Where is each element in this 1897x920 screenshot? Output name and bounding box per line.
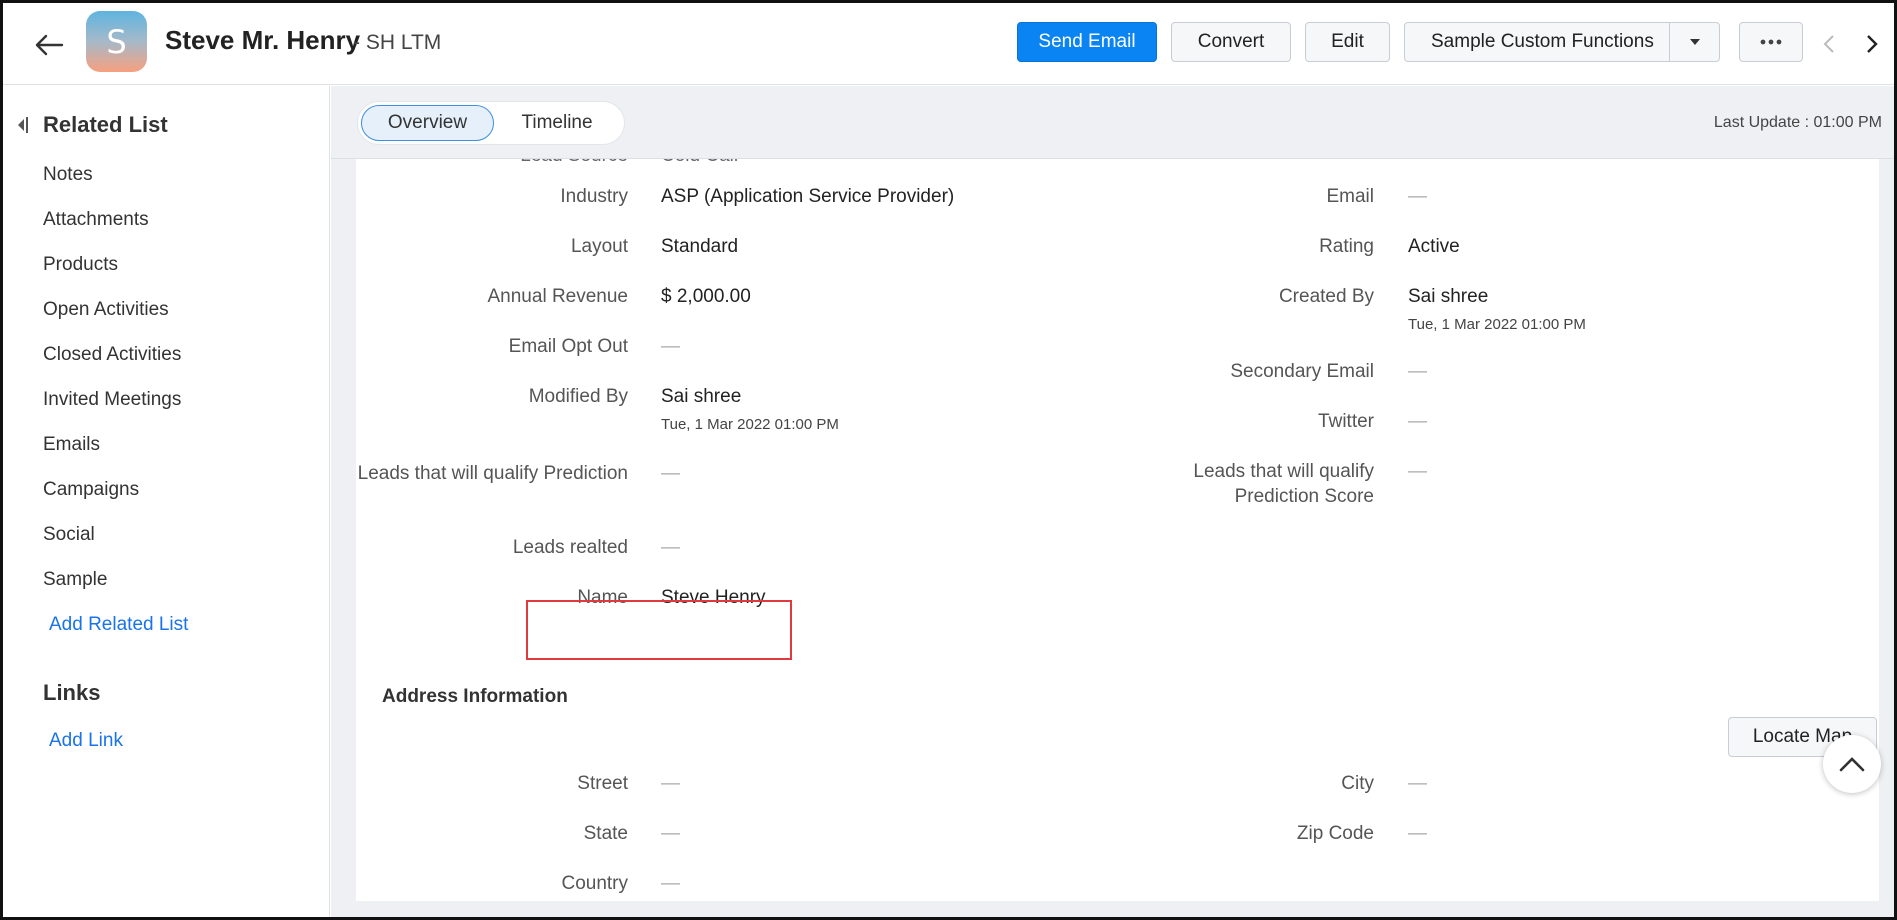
view-tabs: Overview Timeline xyxy=(357,101,625,145)
tab-overview[interactable]: Overview xyxy=(361,105,494,141)
highlight-box xyxy=(526,600,792,660)
field-label-layout: Layout xyxy=(570,236,628,257)
field-value-leads-qualify-prediction[interactable]: — xyxy=(661,461,680,486)
field-label-email-opt-out: Email Opt Out xyxy=(508,336,628,357)
sidebar-item-campaigns[interactable]: Campaigns xyxy=(43,479,139,501)
field-value-country[interactable]: — xyxy=(661,871,680,896)
collapse-sidebar-icon[interactable] xyxy=(15,116,29,134)
field-label-leads-realted: Leads realted xyxy=(512,537,628,558)
sidebar-item-closed-activities[interactable]: Closed Activities xyxy=(43,344,181,366)
more-icon xyxy=(1760,39,1782,45)
field-label-industry: Industry xyxy=(560,186,628,207)
sidebar-item-notes[interactable]: Notes xyxy=(43,164,93,186)
record-name: Steve Mr. Henry xyxy=(165,25,361,55)
main-content: Overview Timeline Last Update : 01:00 PM… xyxy=(331,86,1894,917)
next-record-button[interactable] xyxy=(1860,29,1884,59)
sidebar-item-attachments[interactable]: Attachments xyxy=(43,209,149,231)
field-label-annual-revenue: Annual Revenue xyxy=(487,286,629,307)
tab-timeline[interactable]: Timeline xyxy=(498,105,616,141)
field-label-modified-by: Modified By xyxy=(528,386,628,407)
field-label-leads-qualify-prediction-score: Leads that will qualify Prediction Score xyxy=(1193,461,1374,507)
modified-by-timestamp: Tue, 1 Mar 2022 01:00 PM xyxy=(661,416,839,433)
field-value-leads-realted[interactable]: — xyxy=(661,535,680,560)
more-actions-button[interactable] xyxy=(1739,22,1803,62)
field-value-industry[interactable]: ASP (Application Service Provider) xyxy=(661,184,954,209)
record-subtitle: - SH LTM xyxy=(353,31,442,54)
related-list-title: Related List xyxy=(43,112,168,137)
add-link-link[interactable]: Add Link xyxy=(49,730,123,752)
previous-record-button[interactable] xyxy=(1817,29,1841,59)
add-related-list-link[interactable]: Add Related List xyxy=(49,614,188,636)
field-value-lead-source: Cold Call xyxy=(661,159,738,167)
sidebar-item-social[interactable]: Social xyxy=(43,524,95,546)
address-section-title: Address Information xyxy=(382,686,568,707)
chevron-left-icon xyxy=(1823,35,1834,53)
field-label-street: Street xyxy=(577,773,628,794)
tab-bar: Overview Timeline Last Update : 01:00 PM xyxy=(331,86,1894,159)
sidebar-item-open-activities[interactable]: Open Activities xyxy=(43,299,169,321)
convert-button[interactable]: Convert xyxy=(1171,22,1291,62)
field-value-email[interactable]: — xyxy=(1408,184,1427,209)
field-label-country: Country xyxy=(561,873,628,894)
field-value-layout[interactable]: Standard xyxy=(661,234,738,259)
field-label-state: State xyxy=(583,823,628,844)
field-label-secondary-email: Secondary Email xyxy=(1230,361,1374,382)
field-value-email-opt-out[interactable]: — xyxy=(661,334,680,359)
field-value-city[interactable]: — xyxy=(1408,771,1427,796)
field-value-state[interactable]: — xyxy=(661,821,680,846)
field-label-twitter: Twitter xyxy=(1318,411,1374,432)
details-card: Lead Source Cold Call Industry ASP (Appl… xyxy=(356,159,1879,901)
avatar: S xyxy=(86,11,147,72)
field-label-rating: Rating xyxy=(1319,236,1374,257)
field-value-zip-code[interactable]: — xyxy=(1408,821,1427,846)
field-value-street[interactable]: — xyxy=(661,771,680,796)
record-header: S Steve Mr. Henry - SH LTM Send Email Co… xyxy=(3,3,1894,85)
field-value-leads-qualify-prediction-score[interactable]: — xyxy=(1408,459,1427,484)
field-label-zip-code: Zip Code xyxy=(1296,823,1374,844)
field-label-leads-qualify-prediction: Leads that will qualify Prediction xyxy=(357,463,628,484)
field-value-created-by[interactable]: Sai shree xyxy=(1408,284,1488,309)
field-value-secondary-email[interactable]: — xyxy=(1408,359,1427,384)
custom-functions-button[interactable]: Sample Custom Functions xyxy=(1431,31,1654,53)
chevron-up-icon xyxy=(1839,757,1865,772)
caret-down-icon xyxy=(1689,39,1700,45)
sidebar-item-sample[interactable]: Sample xyxy=(43,569,107,591)
field-label-email: Email xyxy=(1326,186,1374,207)
field-value-twitter[interactable]: — xyxy=(1408,409,1427,434)
sidebar-item-invited-meetings[interactable]: Invited Meetings xyxy=(43,389,181,411)
created-by-timestamp: Tue, 1 Mar 2022 01:00 PM xyxy=(1408,316,1586,333)
field-label-lead-source: Lead Source xyxy=(454,159,628,167)
field-label-city: City xyxy=(1341,773,1374,794)
app-window: S Steve Mr. Henry - SH LTM Send Email Co… xyxy=(0,0,1897,920)
custom-functions-split-button: Sample Custom Functions xyxy=(1404,22,1720,62)
sidebar-item-products[interactable]: Products xyxy=(43,254,118,276)
sidebar-item-emails[interactable]: Emails xyxy=(43,434,100,456)
chevron-right-icon xyxy=(1867,35,1878,53)
field-label-created-by: Created By xyxy=(1278,286,1374,307)
field-value-rating[interactable]: Active xyxy=(1408,234,1460,259)
edit-button[interactable]: Edit xyxy=(1305,22,1390,62)
arrow-left-icon xyxy=(35,34,64,56)
send-email-button[interactable]: Send Email xyxy=(1017,22,1157,62)
field-value-annual-revenue[interactable]: $ 2,000.00 xyxy=(661,284,751,309)
field-value-modified-by[interactable]: Sai shree xyxy=(661,384,741,409)
last-update-text: Last Update : 01:00 PM xyxy=(1713,114,1882,131)
links-title: Links xyxy=(43,680,101,705)
back-button[interactable] xyxy=(29,27,69,63)
scroll-to-top-button[interactable] xyxy=(1823,735,1881,793)
related-list-sidebar: Related List Notes Attachments Products … xyxy=(3,86,330,917)
custom-functions-dropdown-button[interactable] xyxy=(1669,23,1719,61)
